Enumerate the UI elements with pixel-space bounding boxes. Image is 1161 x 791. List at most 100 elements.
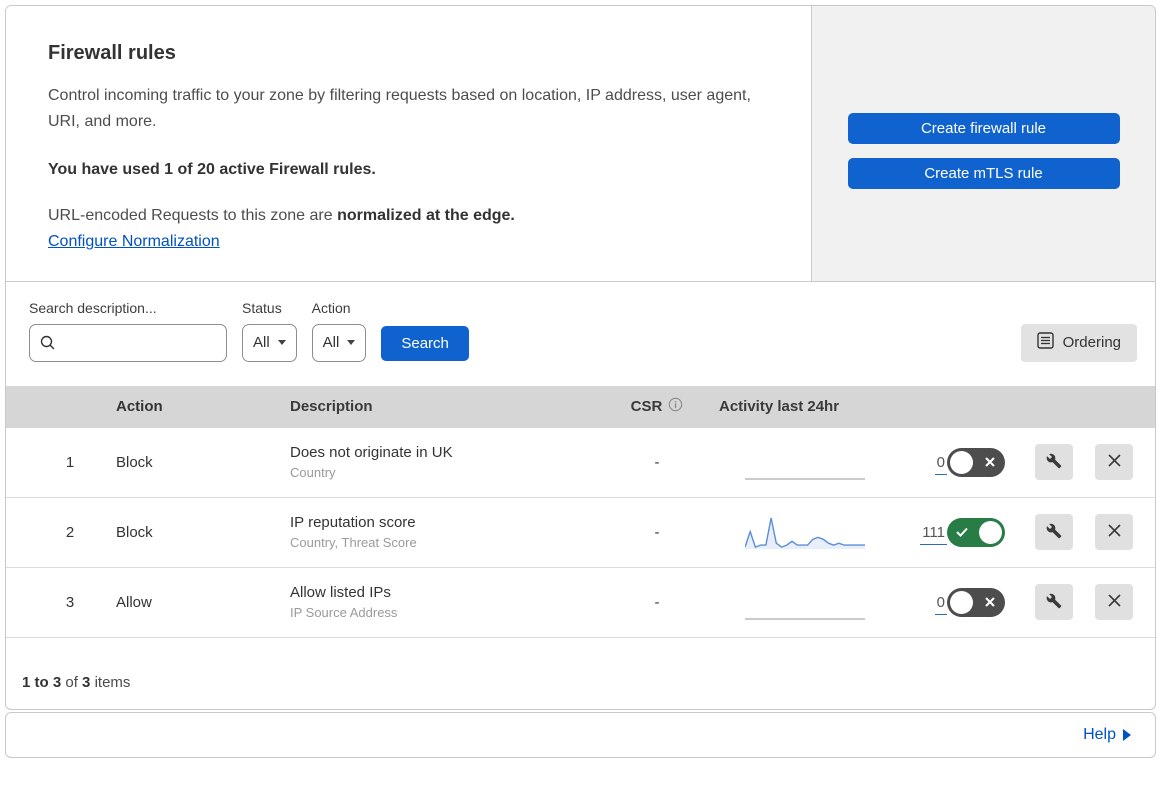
action-buttons-panel: Create firewall rule Create mTLS rule bbox=[811, 6, 1155, 281]
rule-delete-cell bbox=[1073, 444, 1133, 481]
status-select[interactable]: All bbox=[242, 323, 297, 362]
rule-description-title: IP reputation score bbox=[290, 514, 416, 532]
rule-edit-cell bbox=[1021, 514, 1073, 551]
table-row: 1 Block Does not originate in UK Country… bbox=[6, 427, 1155, 498]
rule-toggle-cell bbox=[947, 587, 1021, 617]
rule-action: Allow bbox=[116, 593, 152, 611]
rule-priority: 2 bbox=[65, 523, 75, 541]
rule-priority: 3 bbox=[65, 593, 75, 611]
rule-enabled-toggle[interactable] bbox=[947, 517, 1005, 547]
close-icon bbox=[1107, 593, 1122, 611]
firewall-rules-card: Firewall rules Control incoming traffic … bbox=[5, 5, 1156, 710]
rule-enabled-toggle[interactable] bbox=[947, 447, 1005, 477]
x-icon bbox=[985, 597, 995, 608]
rule-delete-cell bbox=[1073, 584, 1133, 621]
page-description: Control incoming traffic to your zone by… bbox=[48, 87, 751, 130]
delete-rule-button[interactable] bbox=[1095, 514, 1133, 551]
rule-enabled-toggle[interactable] bbox=[947, 587, 1005, 617]
rule-activity: 111 bbox=[717, 513, 947, 551]
create-mtls-rule-button[interactable]: Create mTLS rule bbox=[847, 158, 1120, 189]
rule-csr: - bbox=[654, 593, 660, 611]
activity-count-link[interactable]: 0 bbox=[934, 594, 947, 616]
edit-rule-button[interactable] bbox=[1035, 584, 1073, 621]
normalization-note: URL-encoded Requests to this zone are no… bbox=[48, 207, 769, 225]
rule-action: Block bbox=[116, 453, 153, 471]
status-value: All bbox=[253, 334, 270, 352]
action-value: All bbox=[322, 334, 340, 352]
help-label: Help bbox=[1083, 725, 1116, 743]
edit-rule-button[interactable] bbox=[1035, 444, 1073, 481]
action-label: Action bbox=[311, 299, 351, 316]
rule-priority: 1 bbox=[65, 453, 75, 471]
rule-toggle-cell bbox=[947, 517, 1021, 547]
delete-rule-button[interactable] bbox=[1095, 584, 1133, 621]
help-arrow-icon bbox=[1123, 728, 1131, 741]
ordering-button[interactable]: Ordering bbox=[1020, 323, 1137, 362]
activity-sparkline bbox=[744, 513, 865, 551]
close-icon bbox=[1107, 523, 1122, 541]
rule-edit-cell bbox=[1021, 584, 1073, 621]
table-header: Action Description CSR Activity last 24h… bbox=[6, 385, 1155, 428]
search-icon bbox=[40, 335, 56, 356]
ordering-label: Ordering bbox=[1062, 334, 1121, 352]
rule-description-title: Allow listed IPs bbox=[290, 584, 391, 602]
toggle-knob bbox=[950, 450, 973, 474]
description-column-header: Description bbox=[290, 398, 373, 416]
search-label: Search description... bbox=[29, 299, 157, 316]
toggle-knob bbox=[950, 590, 973, 614]
rule-description-title: Does not originate in UK bbox=[290, 444, 453, 462]
items-range: 1 to 3 bbox=[22, 673, 62, 691]
info-icon[interactable] bbox=[668, 397, 683, 416]
rule-description: Allow listed IPs IP Source Address bbox=[284, 584, 597, 620]
csr-label: CSR bbox=[630, 398, 663, 416]
usage-summary: You have used 1 of 20 active Firewall ru… bbox=[48, 160, 376, 178]
edit-rule-button[interactable] bbox=[1035, 514, 1073, 551]
configure-normalization-link[interactable]: Configure Normalization bbox=[48, 233, 220, 250]
normalization-text: URL-encoded Requests to this zone are bbox=[48, 206, 338, 224]
page-title: Firewall rules bbox=[48, 42, 176, 64]
rule-description: IP reputation score Country, Threat Scor… bbox=[284, 514, 597, 550]
rule-toggle-cell bbox=[947, 447, 1021, 477]
csr-column-header: CSR bbox=[597, 397, 717, 416]
rule-fields: Country, Threat Score bbox=[290, 535, 417, 551]
rule-delete-cell bbox=[1073, 514, 1133, 551]
chevron-down-icon bbox=[347, 340, 356, 346]
status-group: Status All bbox=[242, 300, 297, 362]
header-text-panel: Firewall rules Control incoming traffic … bbox=[6, 6, 811, 281]
status-label: Status bbox=[242, 299, 282, 316]
search-input[interactable] bbox=[29, 323, 227, 362]
create-firewall-rule-button[interactable]: Create firewall rule bbox=[847, 113, 1120, 144]
search-group: Search description... bbox=[29, 300, 227, 362]
items-total: 3 bbox=[82, 673, 91, 691]
items-of: of bbox=[65, 673, 78, 691]
close-icon bbox=[1107, 453, 1122, 471]
activity-sparkline bbox=[745, 443, 865, 481]
action-column-header: Action bbox=[116, 398, 163, 416]
search-button[interactable]: Search bbox=[381, 325, 469, 361]
search-field-wrap bbox=[29, 323, 227, 362]
help-link[interactable]: Help bbox=[1083, 726, 1131, 744]
ordering-icon bbox=[1036, 332, 1054, 353]
wrench-icon bbox=[1046, 453, 1062, 472]
action-select[interactable]: All bbox=[311, 323, 367, 362]
activity-column-header: Activity last 24hr bbox=[719, 398, 840, 416]
rule-activity: 0 bbox=[717, 443, 947, 481]
rule-activity: 0 bbox=[717, 583, 947, 621]
x-icon bbox=[985, 457, 995, 468]
wrench-icon bbox=[1046, 593, 1062, 612]
rule-csr: - bbox=[654, 523, 660, 541]
rule-fields: Country bbox=[290, 465, 336, 481]
help-footer: Help bbox=[5, 711, 1156, 758]
toggle-knob bbox=[979, 520, 1002, 544]
rule-edit-cell bbox=[1021, 444, 1073, 481]
rule-action: Block bbox=[116, 523, 153, 541]
normalization-bold: normalized at the edge. bbox=[337, 206, 515, 224]
table-row: 2 Block IP reputation score Country, Thr… bbox=[6, 497, 1155, 568]
delete-rule-button[interactable] bbox=[1095, 444, 1133, 481]
rule-csr: - bbox=[654, 453, 660, 471]
activity-count-link[interactable]: 0 bbox=[934, 454, 947, 476]
check-icon bbox=[956, 527, 968, 538]
rule-description: Does not originate in UK Country bbox=[284, 444, 597, 480]
activity-count-link[interactable]: 111 bbox=[920, 524, 947, 546]
activity-sparkline bbox=[745, 583, 865, 621]
